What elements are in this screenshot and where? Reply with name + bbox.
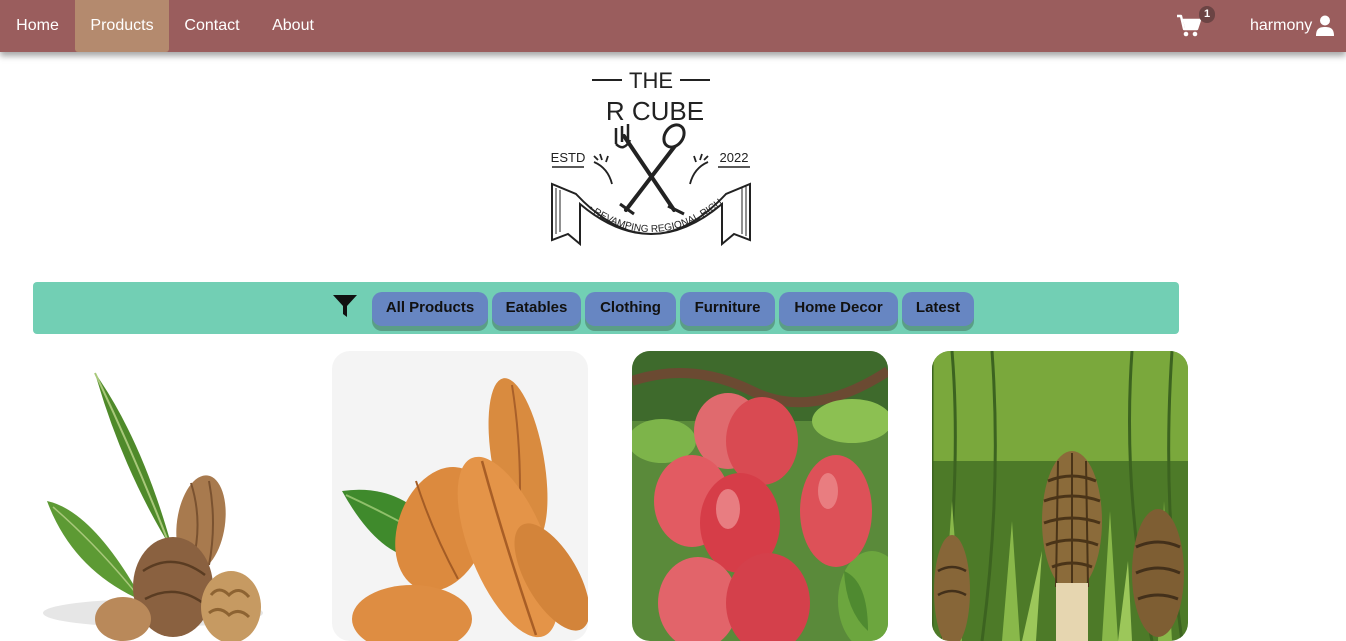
morel-mushroom-image [932, 351, 1188, 641]
brand-logo: THE R CUBE ESTD 2022 • REVAMPING REGIONA… [546, 64, 751, 247]
top-navbar: Home Products Contact About 1 harmony [0, 0, 1346, 52]
filter-all-products-button[interactable]: All Products [372, 292, 488, 326]
filter-clothing-button[interactable]: Clothing [585, 292, 676, 326]
logo-estd: ESTD [551, 150, 586, 165]
user-name-link[interactable]: harmony [1250, 0, 1312, 52]
filter-latest-button[interactable]: Latest [902, 292, 974, 326]
nav-about-link[interactable]: About [255, 0, 331, 52]
product-card-almonds[interactable] [332, 351, 588, 641]
nav-home-link[interactable]: Home [0, 0, 75, 52]
product-card-morels[interactable] [932, 351, 1188, 641]
logo-line-the: THE [629, 68, 673, 93]
filter-eatables-button[interactable]: Eatables [492, 292, 581, 326]
apple-image [632, 351, 888, 641]
product-card-apples[interactable] [632, 351, 888, 641]
almond-image [332, 351, 588, 641]
filter-icon [333, 295, 357, 317]
nav-contact-link[interactable]: Contact [169, 0, 255, 52]
product-card-walnuts[interactable] [33, 351, 289, 641]
user-icon[interactable] [1316, 15, 1334, 36]
filter-furniture-button[interactable]: Furniture [680, 292, 775, 326]
walnut-image [33, 351, 289, 641]
cart-count-badge: 1 [1199, 6, 1215, 23]
nav-products-link[interactable]: Products [75, 0, 169, 52]
logo-line-rcube: R CUBE [606, 96, 704, 126]
cart-icon[interactable] [1176, 13, 1202, 39]
logo-year: 2022 [720, 150, 749, 165]
filter-home-decor-button[interactable]: Home Decor [779, 292, 898, 326]
